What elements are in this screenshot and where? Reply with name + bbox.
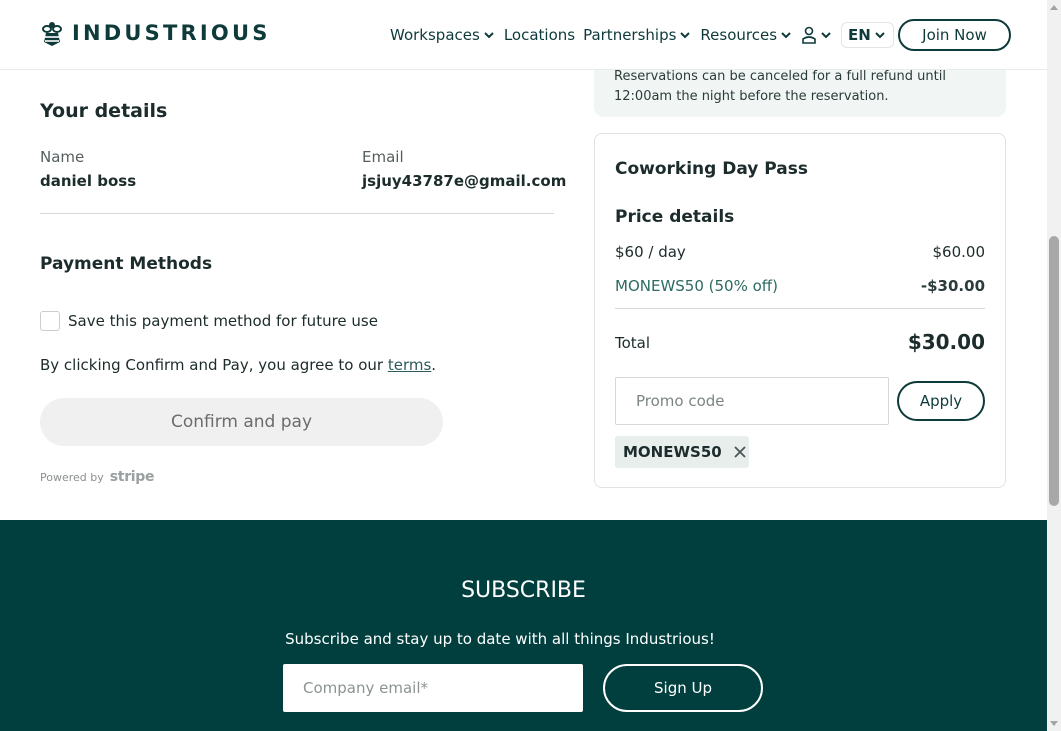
- pass-title: Coworking Day Pass: [615, 159, 809, 179]
- join-now-button[interactable]: Join Now: [898, 19, 1011, 51]
- subscribe-title: SUBSCRIBE: [461, 578, 586, 603]
- price-divider: [615, 308, 985, 309]
- brand-name: INDUSTRIOUS: [72, 21, 271, 45]
- scroll-down-icon[interactable]: [1050, 721, 1058, 726]
- chevron-down-icon: [680, 32, 691, 39]
- details-divider: [40, 213, 554, 214]
- nav-workspaces-label: Workspaces: [390, 26, 480, 44]
- order-summary-card: Coworking Day Pass Price details $60 / d…: [594, 133, 1006, 488]
- apply-promo-button[interactable]: Apply: [897, 381, 985, 421]
- nav-locations[interactable]: Locations: [504, 22, 575, 48]
- confirm-and-pay-button[interactable]: Confirm and pay: [40, 398, 443, 446]
- nav-partnerships[interactable]: Partnerships: [583, 22, 692, 48]
- sign-up-button[interactable]: Sign Up: [603, 664, 763, 712]
- nav-resources[interactable]: Resources: [700, 22, 793, 48]
- nav-resources-label: Resources: [700, 26, 778, 44]
- site-header: INDUSTRIOUS Workspaces Locations Partner…: [0, 0, 1047, 70]
- applied-promo-tag: MONEWS50: [615, 436, 749, 468]
- remove-promo-button[interactable]: [732, 444, 748, 460]
- name-label: Name: [40, 148, 85, 166]
- save-payment-checkbox[interactable]: [40, 311, 60, 331]
- cancellation-text: Reservations can be canceled for a full …: [614, 69, 946, 104]
- promo-code-input[interactable]: [615, 377, 889, 425]
- chevron-down-icon: [875, 32, 885, 39]
- payment-methods-heading: Payment Methods: [40, 254, 213, 274]
- close-icon: [734, 446, 746, 458]
- terms-link[interactable]: terms: [388, 356, 431, 374]
- rate-amount: $60.00: [932, 243, 986, 261]
- powered-by-label: Powered by: [40, 470, 104, 484]
- chevron-down-icon: [821, 32, 831, 39]
- discount-amount: -$30.00: [920, 277, 985, 295]
- terms-prefix: By clicking Confirm and Pay, you agree t…: [40, 356, 388, 374]
- terms-agreement: By clicking Confirm and Pay, you agree t…: [40, 356, 436, 374]
- user-icon: [802, 26, 816, 44]
- price-details-heading: Price details: [615, 207, 735, 227]
- page-scrollbar[interactable]: [1047, 0, 1061, 731]
- brand-logo[interactable]: INDUSTRIOUS: [40, 20, 271, 46]
- powered-by-stripe[interactable]: Powered by stripe: [40, 469, 155, 485]
- main-nav: Workspaces Locations Partnerships Resour…: [390, 22, 894, 48]
- name-value: daniel boss: [40, 172, 137, 190]
- stripe-logo: stripe: [109, 469, 155, 485]
- scroll-thumb[interactable]: [1049, 236, 1059, 506]
- applied-promo-code: MONEWS50: [623, 443, 722, 461]
- terms-suffix: .: [431, 356, 437, 374]
- save-payment-label[interactable]: Save this payment method for future use: [68, 312, 378, 330]
- your-details-heading: Your details: [40, 100, 168, 122]
- account-menu[interactable]: [801, 22, 833, 48]
- total-label: Total: [615, 334, 651, 352]
- scroll-up-icon[interactable]: [1050, 5, 1058, 10]
- chevron-down-icon: [781, 32, 791, 39]
- rate-label: $60 / day: [615, 243, 686, 261]
- bee-icon: [42, 22, 62, 46]
- language-label: EN: [848, 26, 871, 44]
- nav-locations-label: Locations: [503, 26, 576, 44]
- subscribe-description: Subscribe and stay up to date with all t…: [285, 630, 715, 648]
- company-email-input[interactable]: [283, 664, 583, 712]
- email-value: jsjuy43787e@gmail.com: [362, 172, 567, 190]
- email-label: Email: [362, 148, 404, 166]
- total-amount: $30.00: [907, 330, 985, 354]
- discount-label: MONEWS50 (50% off): [615, 277, 778, 295]
- chevron-down-icon: [484, 32, 494, 39]
- subscribe-footer: SUBSCRIBE Subscribe and stay up to date …: [0, 520, 1047, 731]
- nav-partnerships-label: Partnerships: [583, 26, 677, 44]
- language-selector[interactable]: EN: [841, 22, 894, 48]
- nav-workspaces[interactable]: Workspaces: [390, 22, 496, 48]
